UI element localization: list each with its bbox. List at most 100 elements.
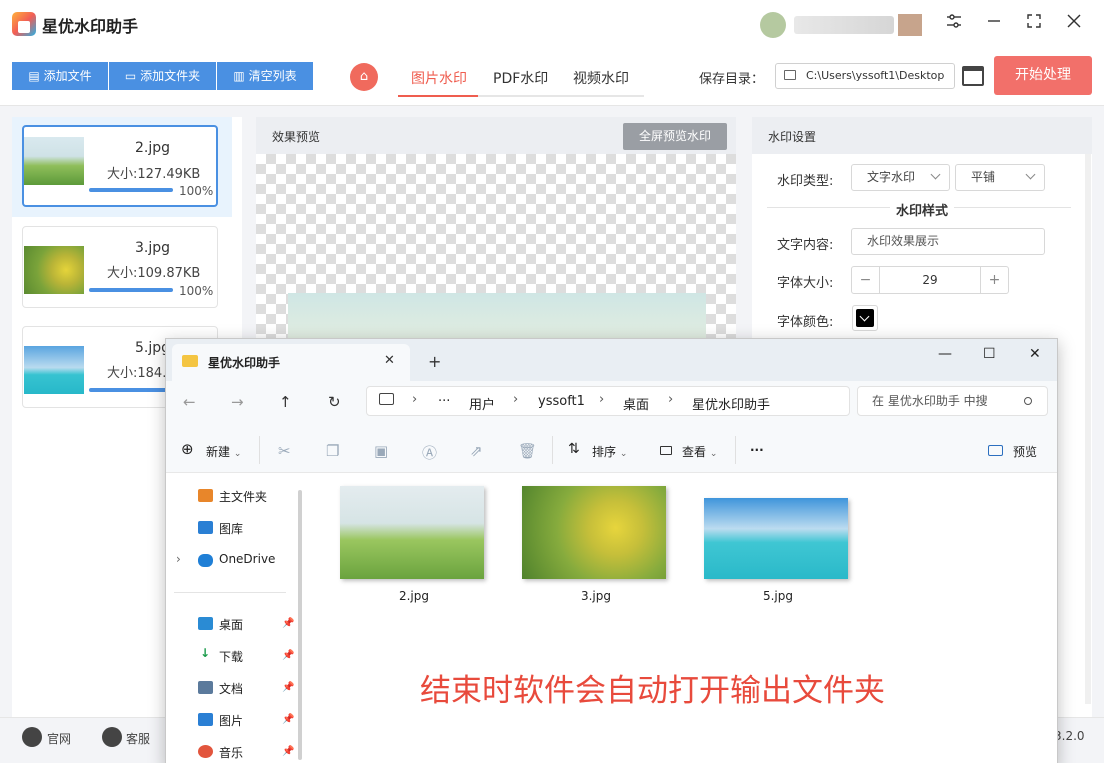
separator bbox=[735, 436, 736, 464]
view-label: 查看 bbox=[682, 445, 707, 459]
new-icon: ⊕ bbox=[181, 440, 194, 458]
chevron-right-icon: › bbox=[412, 392, 418, 407]
view-button[interactable]: 查看 ⌄ bbox=[682, 443, 717, 460]
nav-item-pictures[interactable]: 图片 bbox=[219, 712, 243, 729]
minimize-icon[interactable]: — bbox=[938, 346, 952, 362]
expand-chevron-icon[interactable]: › bbox=[176, 552, 181, 566]
nav-item-music[interactable]: 音乐 bbox=[219, 744, 243, 761]
file-thumbnail[interactable] bbox=[522, 486, 666, 579]
breadcrumb-item[interactable]: 用户 bbox=[469, 394, 495, 413]
app-title: 星优水印助手 bbox=[42, 17, 139, 36]
fullscreen-preview-button[interactable]: 全屏预览水印 bbox=[623, 123, 727, 150]
progress-bar bbox=[89, 388, 173, 392]
chevron-down-icon bbox=[930, 169, 941, 180]
search-input[interactable]: 在 星优水印助手 中搜 bbox=[857, 386, 1048, 416]
start-process-button[interactable]: 开始处理 bbox=[994, 56, 1092, 95]
computer-icon bbox=[379, 393, 394, 405]
file-size: 大小:184. bbox=[107, 366, 167, 381]
music-icon bbox=[198, 745, 213, 758]
forward-icon[interactable]: → bbox=[231, 393, 244, 411]
nav-item-onedrive[interactable]: OneDrive bbox=[219, 552, 275, 566]
close-icon[interactable] bbox=[1062, 12, 1086, 36]
watermark-type-select[interactable]: 文字水印 bbox=[851, 164, 950, 191]
font-size-value[interactable]: 29 bbox=[880, 267, 980, 293]
pin-icon: 📌 bbox=[282, 746, 295, 757]
add-file-label: 添加文件 bbox=[43, 69, 92, 83]
trash-icon: ▥ bbox=[233, 69, 249, 83]
nav-scrollbar[interactable] bbox=[298, 490, 302, 760]
chevron-down-icon: ⌄ bbox=[233, 449, 242, 459]
add-file-button[interactable]: ▤ 添加文件 bbox=[12, 62, 108, 90]
file-name: 2.jpg bbox=[135, 140, 171, 156]
breadcrumb-item[interactable]: yssoft1 bbox=[538, 394, 585, 409]
desktop-icon bbox=[198, 617, 213, 630]
tab-image-watermark[interactable]: 图片水印 bbox=[411, 68, 467, 88]
file-name[interactable]: 3.jpg bbox=[524, 589, 668, 603]
up-icon[interactable]: ↑ bbox=[279, 393, 292, 411]
decrement-button[interactable]: − bbox=[852, 267, 880, 293]
add-folder-button[interactable]: ▭ 添加文件夹 bbox=[109, 62, 216, 90]
clear-list-button[interactable]: ▥ 清空列表 bbox=[217, 62, 313, 90]
back-icon[interactable]: ← bbox=[183, 393, 196, 411]
file-thumbnail[interactable] bbox=[704, 498, 848, 579]
maximize-icon[interactable]: ☐ bbox=[983, 346, 996, 362]
paste-icon[interactable]: ▣ bbox=[374, 442, 388, 460]
open-folder-icon[interactable] bbox=[962, 66, 984, 86]
new-button[interactable]: 新建 ⌄ bbox=[206, 443, 241, 460]
file-thumbnail bbox=[24, 137, 84, 185]
cut-icon[interactable]: ✂ bbox=[278, 442, 291, 460]
preview-pane-button[interactable]: 预览 bbox=[1013, 443, 1037, 460]
rename-icon[interactable]: Ⓐ bbox=[422, 442, 437, 463]
nav-item-home[interactable]: 主文件夹 bbox=[219, 488, 267, 505]
delete-icon[interactable]: 🗑 bbox=[518, 442, 537, 460]
website-link[interactable]: 官网 bbox=[47, 730, 71, 747]
settings-icon[interactable] bbox=[942, 12, 966, 36]
sort-icon: ⇅ bbox=[568, 441, 580, 457]
new-tab-icon[interactable]: + bbox=[428, 352, 441, 371]
settings-scrollbar[interactable] bbox=[1085, 154, 1091, 704]
nav-item-gallery[interactable]: 图库 bbox=[219, 520, 243, 537]
layout-mode-select[interactable]: 平铺 bbox=[955, 164, 1045, 191]
sort-label: 排序 bbox=[592, 445, 617, 459]
pin-icon: 📌 bbox=[282, 618, 295, 629]
more-options-button[interactable]: ··· bbox=[750, 443, 764, 457]
tab-close-icon[interactable]: ✕ bbox=[384, 353, 395, 368]
folder-icon: ▭ bbox=[124, 69, 141, 83]
font-size-label: 字体大小: bbox=[777, 276, 834, 291]
tab-video-watermark[interactable]: 视频水印 bbox=[573, 68, 629, 88]
tab-pdf-watermark[interactable]: PDF水印 bbox=[493, 68, 548, 88]
progress-text: 100% bbox=[179, 284, 214, 298]
add-folder-label: 添加文件夹 bbox=[140, 69, 201, 83]
chat-icon bbox=[102, 727, 122, 747]
support-link[interactable]: 客服 bbox=[126, 730, 150, 747]
close-icon[interactable]: ✕ bbox=[1029, 346, 1041, 362]
breadcrumb-item[interactable]: 星优水印助手 bbox=[692, 394, 770, 413]
breadcrumb-item[interactable]: 桌面 bbox=[623, 394, 649, 413]
progress-bar bbox=[89, 288, 173, 292]
file-thumbnail[interactable] bbox=[340, 486, 484, 579]
increment-button[interactable]: + bbox=[980, 267, 1008, 293]
refresh-icon[interactable]: ↻ bbox=[328, 393, 341, 411]
nav-item-desktop[interactable]: 桌面 bbox=[219, 616, 243, 633]
nav-item-downloads[interactable]: 下载 bbox=[219, 648, 243, 665]
explorer-tab-title: 星优水印助手 bbox=[208, 356, 281, 370]
file-name[interactable]: 5.jpg bbox=[706, 589, 850, 603]
copy-icon[interactable]: ❐ bbox=[326, 442, 339, 460]
nav-item-documents[interactable]: 文档 bbox=[219, 680, 243, 697]
file-thumbnail bbox=[24, 346, 84, 394]
text-content-input[interactable]: 水印效果展示 bbox=[851, 228, 1045, 255]
more-crumbs[interactable]: ··· bbox=[438, 394, 450, 409]
tab-active-indicator bbox=[398, 95, 478, 97]
user-avatar[interactable] bbox=[760, 12, 786, 38]
home-icon[interactable]: ⌂ bbox=[350, 63, 378, 91]
share-icon[interactable]: ⇗ bbox=[470, 442, 483, 460]
minimize-icon[interactable] bbox=[982, 12, 1006, 36]
maximize-icon[interactable] bbox=[1022, 12, 1046, 36]
sort-button[interactable]: 排序 ⌄ bbox=[592, 443, 627, 460]
font-color-label: 字体颜色: bbox=[777, 315, 834, 330]
save-dir-input[interactable]: C:\Users\yssoft1\Desktop bbox=[775, 63, 955, 89]
title-bar bbox=[0, 0, 1104, 50]
instruction-caption: 结束时软件会自动打开输出文件夹 bbox=[420, 673, 885, 709]
chevron-right-icon: › bbox=[668, 392, 674, 407]
file-name[interactable]: 2.jpg bbox=[342, 589, 486, 603]
